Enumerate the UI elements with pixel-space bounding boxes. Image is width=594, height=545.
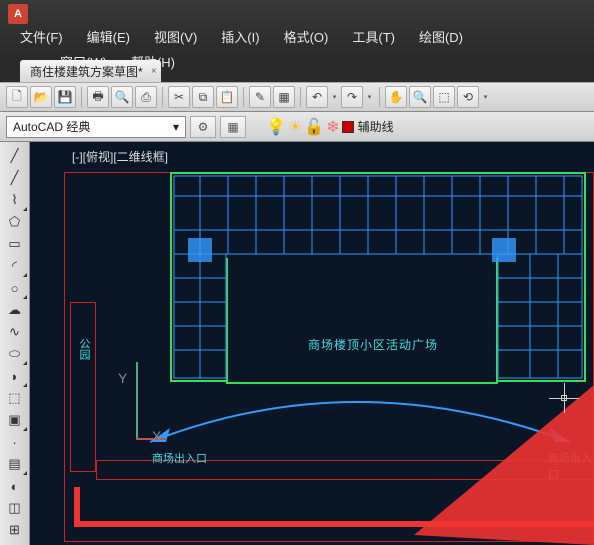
- menu-tools[interactable]: 工具(T): [340, 24, 407, 49]
- annotation-line-vertical: [74, 487, 80, 527]
- sun-icon: ☀: [288, 117, 302, 137]
- redo-dropdown[interactable]: ▾: [365, 86, 374, 108]
- main-area: ╱ ╱ ⌇ ⬠ ▭ ◜ ○ ☁ ∿ ⬭ ◗ ⬚ ▣ · ▤ ◐ ◫ ⊞ [-][…: [0, 142, 594, 545]
- block-editor-button[interactable]: ▦: [273, 86, 295, 108]
- gradient-tool[interactable]: ◐: [4, 476, 26, 496]
- menu-edit[interactable]: 编辑(E): [75, 24, 142, 49]
- draw-toolbar: ╱ ╱ ⌇ ⬠ ▭ ◜ ○ ☁ ∿ ⬭ ◗ ⬚ ▣ · ▤ ◐ ◫ ⊞: [0, 142, 30, 545]
- workspace-toolbar: AutoCAD 经典 ▾ ⚙ ▦ 💡 ☀ 🔓 ❄ 辅助线: [0, 112, 594, 142]
- circle-tool[interactable]: ○: [4, 278, 26, 298]
- park-label: 公园: [76, 338, 92, 360]
- redo-button[interactable]: ↷: [341, 86, 363, 108]
- print-preview-button[interactable]: 🔍: [111, 86, 133, 108]
- menu-bar: A 文件(F) 编辑(E) 视图(V) 插入(I) 格式(O) 工具(T) 绘图…: [0, 0, 594, 56]
- toolbar-separator: [162, 87, 163, 107]
- zoom-dropdown[interactable]: ▾: [481, 86, 490, 108]
- print-button[interactable]: 🖶: [87, 86, 109, 108]
- ellipse-arc-tool[interactable]: ◗: [4, 366, 26, 386]
- tab-title: 商住楼建筑方案草图*: [30, 63, 143, 80]
- ucs-y-axis: [136, 362, 138, 440]
- toolbar-separator: [300, 87, 301, 107]
- cut-button[interactable]: ✂: [168, 86, 190, 108]
- freeze-icon: ❄: [326, 117, 339, 137]
- construction-line-tool[interactable]: ╱: [4, 168, 26, 188]
- hatch-tool[interactable]: ▤: [4, 454, 26, 474]
- layer-control[interactable]: 💡 ☀ 🔓 ❄ 辅助线: [266, 117, 394, 137]
- line-tool[interactable]: ╱: [4, 146, 26, 166]
- menu-format[interactable]: 格式(O): [272, 24, 341, 49]
- make-block-tool[interactable]: ▣: [4, 410, 26, 430]
- workspace-settings-button[interactable]: ⚙: [190, 116, 216, 138]
- chevron-down-icon: ▾: [173, 120, 179, 134]
- drawing-canvas[interactable]: [-][俯视][二维线框]: [30, 142, 594, 545]
- zoom-window-button[interactable]: ⬚: [433, 86, 455, 108]
- polygon-tool[interactable]: ⬠: [4, 212, 26, 232]
- polyline-tool[interactable]: ⌇: [4, 190, 26, 210]
- open-button[interactable]: 📂: [30, 86, 52, 108]
- zoom-previous-button[interactable]: ⟲: [457, 86, 479, 108]
- undo-button[interactable]: ↶: [306, 86, 328, 108]
- ucs-y-label: Y: [118, 370, 127, 386]
- zoom-realtime-button[interactable]: 🔍: [409, 86, 431, 108]
- match-properties-button[interactable]: ✎: [249, 86, 271, 108]
- toolbar-separator: [379, 87, 380, 107]
- menu-draw[interactable]: 绘图(D): [407, 24, 475, 49]
- pan-button[interactable]: ✋: [385, 86, 407, 108]
- insert-block-tool[interactable]: ⬚: [4, 388, 26, 408]
- toolbar-separator: [243, 87, 244, 107]
- ucs-x-axis: [136, 438, 166, 440]
- toolbar-separator: [81, 87, 82, 107]
- lock-icon: 🔓: [304, 117, 324, 137]
- annotation-pointer: [374, 365, 594, 545]
- menu-insert[interactable]: 插入(I): [209, 24, 271, 49]
- table-tool[interactable]: ⊞: [4, 520, 26, 540]
- menu-file[interactable]: 文件(F): [8, 24, 75, 49]
- new-button[interactable]: 🗋: [6, 86, 28, 108]
- lightbulb-icon: 💡: [266, 117, 286, 137]
- point-tool[interactable]: ·: [4, 432, 26, 452]
- entrance-label-left: 商场出入口: [152, 450, 207, 466]
- document-tab[interactable]: 商住楼建筑方案草图* ×: [20, 60, 161, 82]
- layer-color-swatch: [342, 121, 354, 133]
- ucs-x-label: X: [152, 428, 161, 444]
- standard-toolbar: 🗋 📂 💾 🖶 🔍 ⎙ ✂ ⧉ 📋 ✎ ▦ ↶▾ ↷▾ ✋ 🔍 ⬚ ⟲ ▾: [0, 82, 594, 112]
- workspace-save-button[interactable]: ▦: [220, 116, 246, 138]
- viewport-label[interactable]: [-][俯视][二维线框]: [72, 148, 168, 165]
- save-button[interactable]: 💾: [54, 86, 76, 108]
- paste-button[interactable]: 📋: [216, 86, 238, 108]
- publish-button[interactable]: ⎙: [135, 86, 157, 108]
- rectangle-tool[interactable]: ▭: [4, 234, 26, 254]
- workspace-select[interactable]: AutoCAD 经典 ▾: [6, 116, 186, 138]
- road-left: [70, 302, 96, 472]
- layer-name: 辅助线: [358, 118, 394, 135]
- workspace-value: AutoCAD 经典: [13, 118, 90, 135]
- spline-tool[interactable]: ∿: [4, 322, 26, 342]
- region-tool[interactable]: ◫: [4, 498, 26, 518]
- menu-view[interactable]: 视图(V): [142, 24, 209, 49]
- app-icon[interactable]: A: [8, 4, 28, 24]
- copy-button[interactable]: ⧉: [192, 86, 214, 108]
- plaza-label: 商场楼顶小区活动广场: [308, 336, 438, 353]
- ellipse-tool[interactable]: ⬭: [4, 344, 26, 364]
- undo-dropdown[interactable]: ▾: [330, 86, 339, 108]
- tab-close-icon[interactable]: ×: [151, 66, 157, 77]
- arc-tool[interactable]: ◜: [4, 256, 26, 276]
- revision-cloud-tool[interactable]: ☁: [4, 300, 26, 320]
